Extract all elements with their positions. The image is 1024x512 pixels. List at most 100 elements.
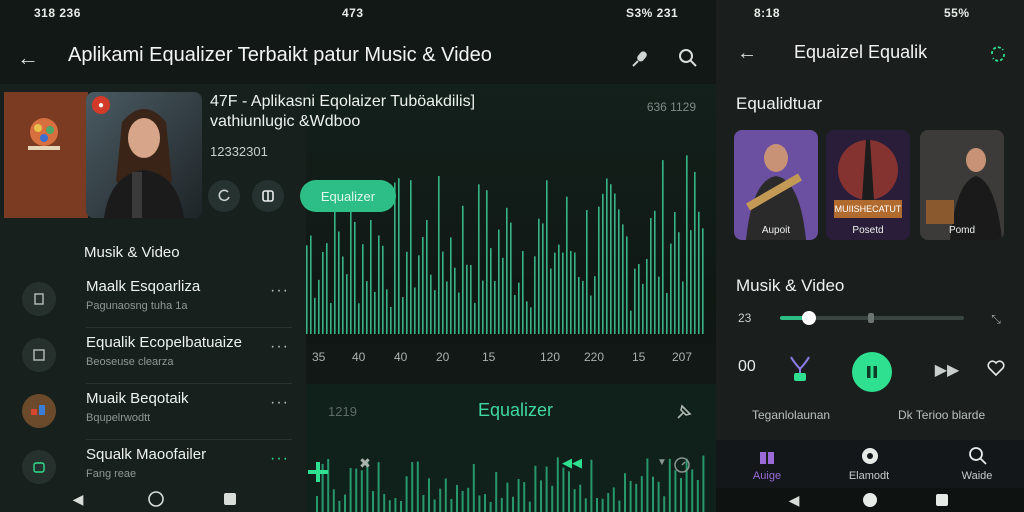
axis-label: 120 [540,350,561,364]
seek-bar[interactable] [780,311,964,325]
nav-item-explore[interactable]: Elamodt [834,446,904,482]
equalizer-bar [629,480,632,512]
track-title-line2: vathiunlugic &Wdboo [210,113,361,130]
nav-label: Elamodt [848,470,890,482]
spectrum-bar [546,180,548,334]
sync-icon[interactable] [986,42,1010,66]
share-icon[interactable] [252,180,284,212]
timer-icon[interactable] [672,454,692,474]
equalizer-bar [405,476,408,512]
album-card[interactable]: Pomd [920,130,1004,240]
spectrum-bar [694,171,696,334]
spectrum-bar [550,268,552,334]
shuffle-icon[interactable]: ✖ [356,454,374,472]
equalizer-bar [467,487,470,512]
spectrum-bar [414,287,416,334]
nav-recents-icon[interactable] [934,488,950,512]
spectrum-bar [370,219,372,334]
list-item[interactable]: Equalik Ecopelbatuaize Beoseuse clearza … [0,328,306,384]
more-options-icon[interactable]: ··· [270,282,289,300]
list-item-title: Equalik Ecopelbatuaize [86,334,242,351]
spectrum-bar [506,207,508,334]
album-card[interactable]: MUIISHECATUT Posetd [826,130,910,240]
spectrum-bar [566,196,568,334]
search-icon[interactable] [674,44,702,72]
page-title: Equaizel Equalik [794,42,928,62]
heart-icon[interactable] [984,358,1008,378]
spectrum-bar [338,231,340,334]
spectrum-bar [434,290,436,334]
spectrum-bar [462,205,464,334]
spectrum-bar [578,277,580,334]
equalizer-bar [545,466,548,512]
album-card-label: Aupoit [761,225,791,236]
pin-icon[interactable] [672,400,696,424]
more-options-icon[interactable]: ··· [270,450,289,468]
spectrum-bar [654,210,656,334]
pause-button[interactable] [852,352,892,392]
spectrum-bar [698,211,700,334]
spectrum-bar [642,283,644,334]
spectrum-bar [534,256,536,334]
current-time: 23 [738,311,752,325]
spectrum-bar [486,190,488,334]
equalizer-bar [411,462,414,512]
nav-back-icon[interactable]: ◀ [70,488,86,510]
nav-item-search[interactable]: Waide [942,446,1012,482]
more-options-icon[interactable]: ··· [270,394,289,412]
spectrum-bar [406,251,408,334]
equalizer-bar [372,490,374,512]
equalizer-bar [472,464,475,512]
back-arrow-icon[interactable]: ← [734,40,760,66]
equalizer-plant-icon[interactable] [788,354,812,384]
link-icon[interactable]: ⤡ [986,310,1006,328]
player-caption: Dk Terioo blarde [898,408,986,422]
album-card[interactable]: Aupoit [734,130,818,240]
slider-handle-icon[interactable] [306,460,330,484]
list-item-title: Muaik Beqotaik [86,390,189,407]
album-art-small[interactable] [4,92,88,218]
equalizer-bar [388,500,391,512]
track-title-line1: 47F - Aplikasni Eqolaizer Tuböakdilis] [210,93,476,110]
rewind-icon[interactable]: ◀◀ [562,454,582,472]
spectrum-bar [630,310,632,334]
equalizer-button[interactable]: Equalizer [300,180,396,212]
mic-icon[interactable] [626,44,654,72]
equalizer-bar [506,482,509,512]
spectrum-bar [342,256,344,334]
back-arrow-icon[interactable]: ← [14,44,42,72]
list-item[interactable]: Muaik Beqotaik Bqupelrwodtt ··· [0,384,306,440]
dropdown-icon[interactable]: ▼ [656,454,668,470]
equalizer-bar [601,498,604,512]
equalizer-bar [478,495,481,512]
equalizer-bar [344,494,346,512]
spectrum-bar [394,182,396,334]
spectrum-bar [326,243,328,334]
spectrum-bar [558,244,560,334]
equalizer-bar [568,471,570,512]
equalizer-bar [540,480,542,512]
equalizer-side-label: 1219 [328,404,357,419]
nav-home-icon[interactable] [860,488,880,512]
axis-label: 220 [584,350,605,364]
more-options-icon[interactable]: ··· [270,338,289,356]
spectrum-bar [494,280,496,334]
spectrum-bar [594,276,596,334]
spectrum-bar [674,211,676,334]
equalizer-bar [416,461,419,512]
album-art-photo[interactable]: ● [86,92,202,218]
list-item[interactable]: Maalk Esqoarliza Pagunaosng tuha 1a ··· [0,272,306,328]
refresh-icon[interactable] [208,180,240,212]
nav-recents-icon[interactable] [222,488,238,510]
nav-item-home[interactable]: Auige [732,446,802,482]
equalizer-bar [450,498,453,512]
spectrum-bar [374,291,376,334]
spectrum-bar [638,263,640,334]
nav-home-icon[interactable] [146,488,166,510]
seek-bar-marker [868,313,874,323]
equalizer-bar [355,468,358,512]
fast-forward-icon[interactable]: ▶▶ [934,360,960,380]
nav-back-icon[interactable]: ◀ [786,488,802,512]
file-icon [22,282,56,316]
list-item-title: Maalk Esqoarliza [86,278,201,295]
